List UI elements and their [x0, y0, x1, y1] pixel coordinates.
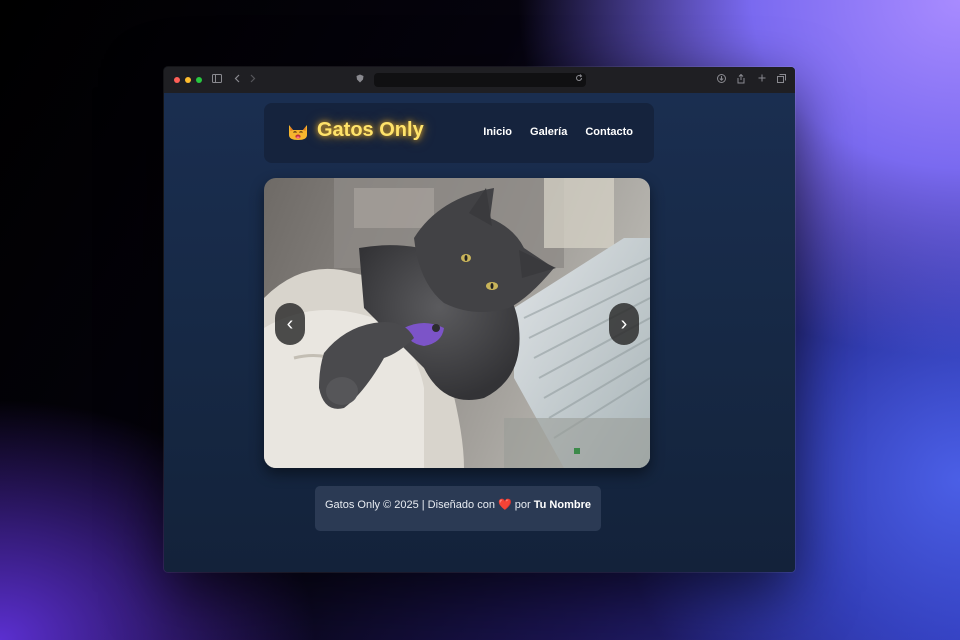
cat-face-icon: [287, 121, 309, 141]
browser-toolbar: [164, 67, 795, 94]
sidebar-icon[interactable]: [212, 74, 222, 87]
close-window-button[interactable]: [174, 77, 180, 83]
cat-photo: [264, 178, 650, 468]
carousel-prev-button[interactable]: ‹: [275, 303, 305, 345]
site-title: Gatos Only: [317, 119, 424, 141]
nav-link-inicio[interactable]: Inicio: [483, 126, 512, 138]
site-header: Gatos Only Inicio Galería Contacto: [264, 103, 654, 163]
main-nav: Inicio Galería Contacto: [483, 126, 633, 138]
footer-copyright: Gatos Only © 2025 | Diseñado con: [325, 499, 495, 511]
nav-link-contacto[interactable]: Contacto: [585, 126, 633, 138]
download-icon[interactable]: [717, 74, 726, 87]
reload-icon[interactable]: [575, 74, 583, 86]
new-tab-icon[interactable]: [758, 74, 766, 86]
heart-icon: ❤️: [498, 499, 512, 511]
image-carousel: ‹ ›: [264, 178, 650, 468]
zoom-window-button[interactable]: [196, 77, 202, 83]
page-viewport: Gatos Only Inicio Galería Contacto ‹ › G…: [164, 93, 795, 572]
tab-overview-icon[interactable]: [777, 74, 786, 87]
minimize-window-button[interactable]: [185, 77, 191, 83]
privacy-shield-icon[interactable]: [356, 74, 364, 87]
back-icon[interactable]: [234, 74, 240, 87]
forward-icon[interactable]: [250, 74, 256, 87]
window-controls: [174, 77, 202, 83]
footer-author: Tu Nombre: [533, 499, 591, 511]
address-bar[interactable]: [374, 73, 586, 87]
share-icon[interactable]: [737, 73, 745, 88]
nav-link-galeria[interactable]: Galería: [530, 126, 567, 138]
site-logo[interactable]: Gatos Only: [287, 119, 424, 142]
browser-window: Gatos Only Inicio Galería Contacto ‹ › G…: [164, 67, 795, 572]
site-footer: Gatos Only © 2025 | Diseñado con ❤️ por …: [315, 486, 601, 531]
footer-por: por: [514, 499, 531, 511]
carousel-next-button[interactable]: ›: [609, 303, 639, 345]
